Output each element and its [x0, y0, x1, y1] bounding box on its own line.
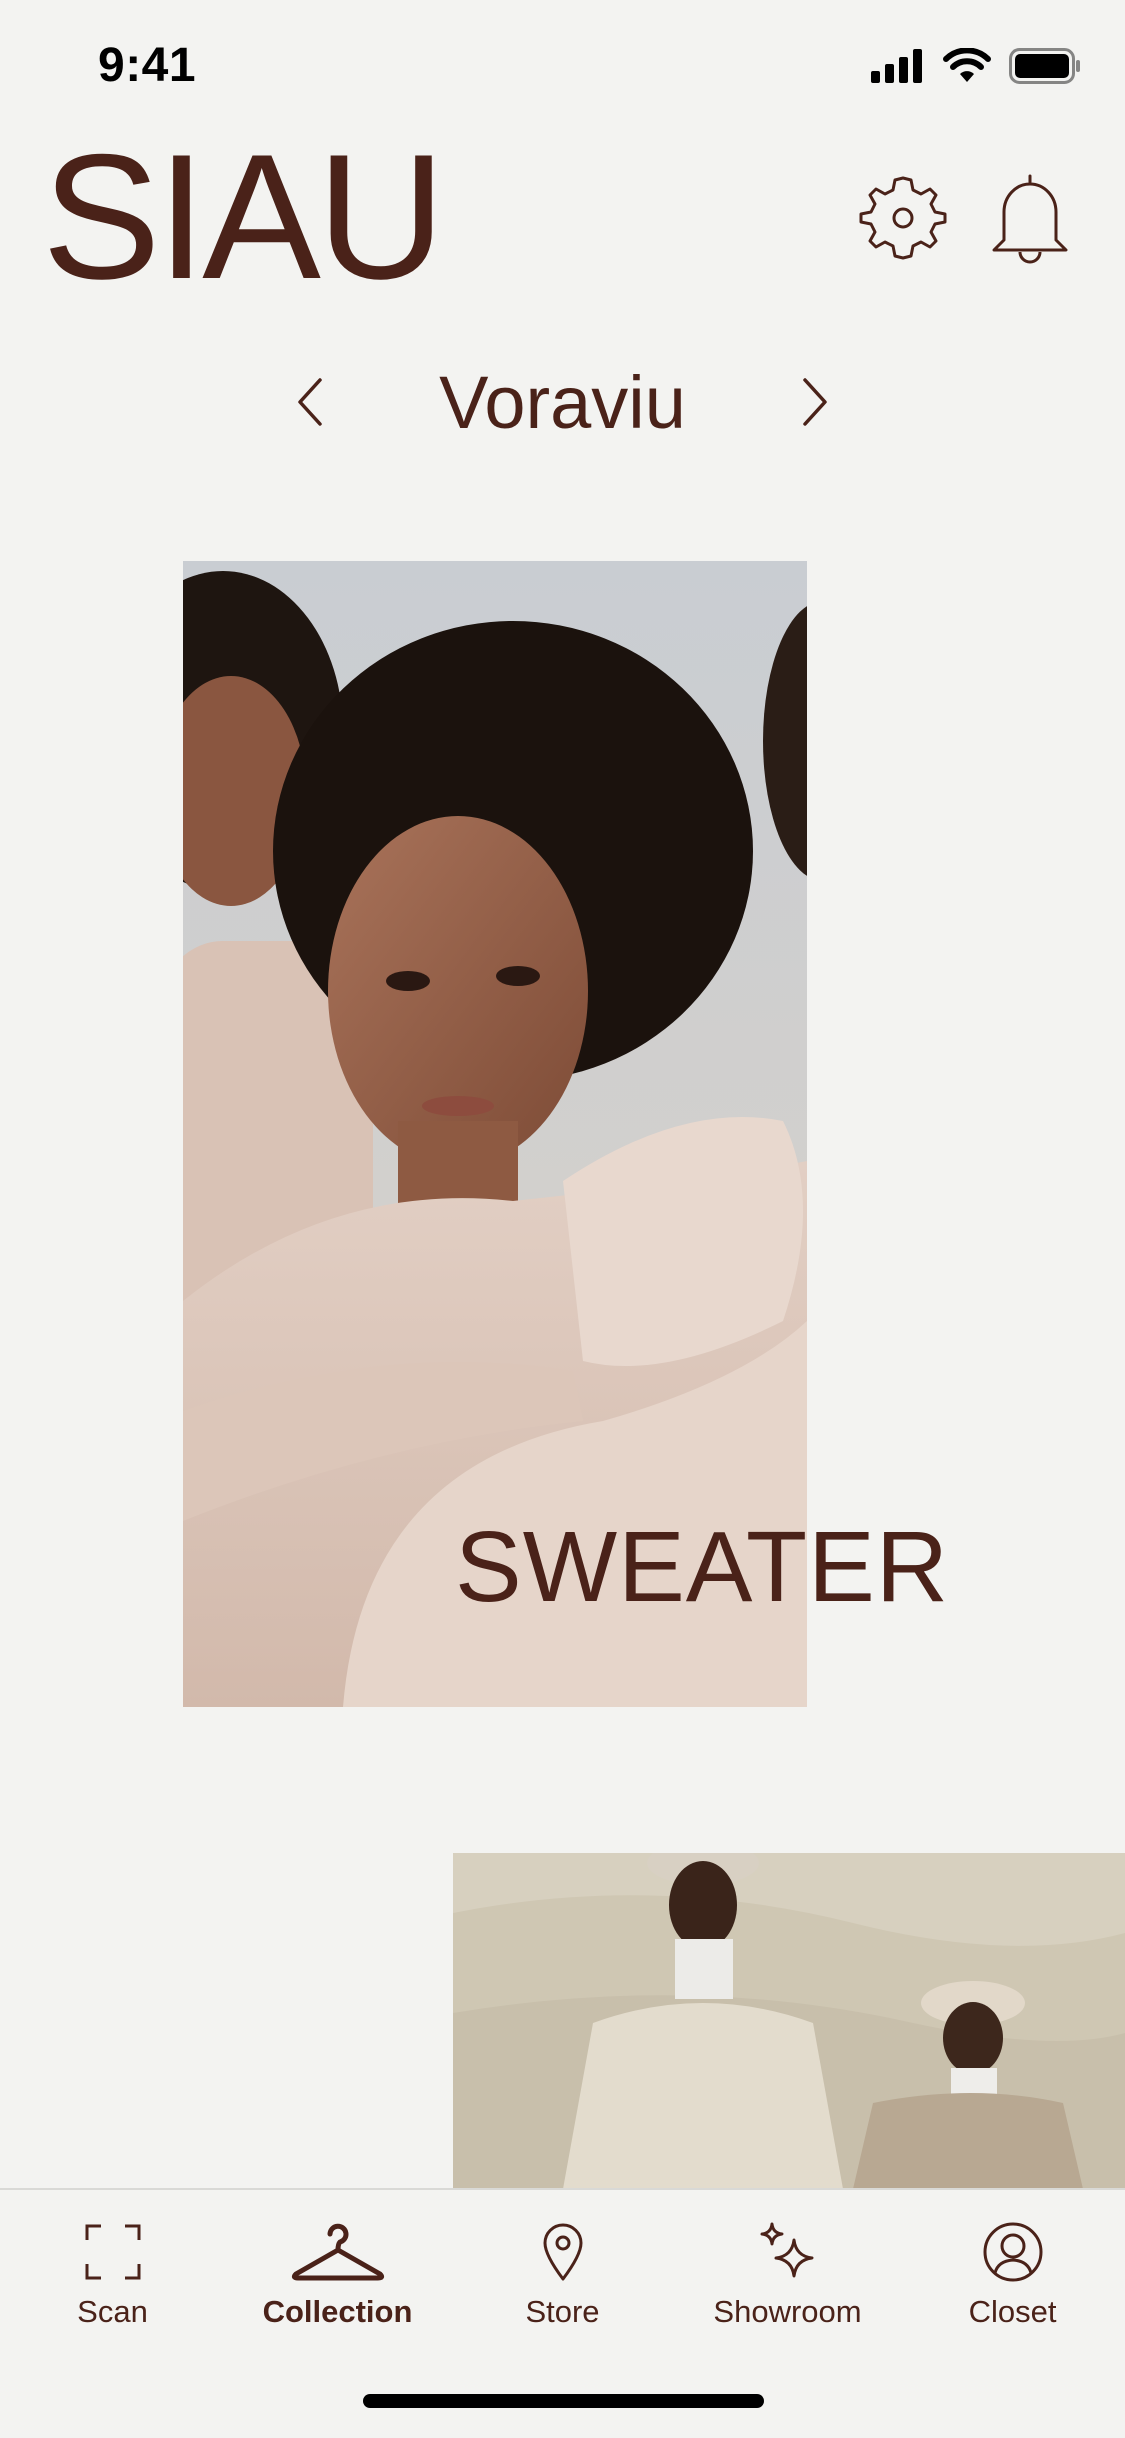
brand-logo: SIAU	[42, 117, 445, 316]
notification-bell-icon[interactable]	[982, 170, 1078, 266]
tab-showroom-label: Showroom	[713, 2294, 862, 2329]
status-time: 9:41	[98, 39, 197, 92]
next-collection-chevron-icon[interactable]	[795, 372, 835, 432]
hanger-icon	[291, 2223, 384, 2281]
secondary-photo-illustration	[453, 1853, 1125, 2189]
battery-icon	[1009, 48, 1080, 84]
collection-secondary-photo[interactable]	[453, 1853, 1125, 2189]
tab-collection[interactable]: Collection	[225, 2190, 450, 2370]
tab-showroom[interactable]: Showroom	[675, 2190, 900, 2370]
tab-store[interactable]: Store	[450, 2190, 675, 2370]
tab-closet-label: Closet	[968, 2294, 1057, 2329]
collection-title: Voraviu	[439, 361, 686, 444]
tab-collection-label: Collection	[262, 2294, 413, 2329]
previous-collection-chevron-icon[interactable]	[290, 372, 330, 432]
settings-gear-icon[interactable]	[855, 170, 951, 266]
signal-icon	[871, 49, 922, 83]
status-icons	[871, 48, 1081, 84]
hero-caption: SWEATER	[455, 1511, 950, 1623]
scan-icon	[85, 2224, 140, 2280]
wifi-icon	[943, 48, 991, 82]
tab-store-label: Store	[525, 2294, 600, 2329]
person-circle-icon	[983, 2222, 1042, 2282]
tab-closet[interactable]: Closet	[900, 2190, 1125, 2370]
tab-scan[interactable]: Scan	[0, 2190, 225, 2370]
tab-scan-label: Scan	[77, 2294, 148, 2329]
home-indicator[interactable]	[363, 2394, 764, 2408]
sparkle-icon	[760, 2222, 813, 2278]
location-pin-icon	[543, 2223, 582, 2281]
